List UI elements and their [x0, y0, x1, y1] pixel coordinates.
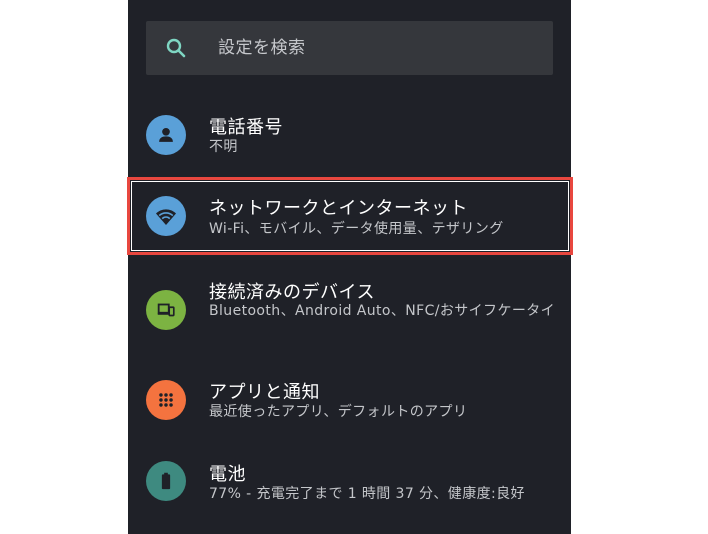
item-title: 電話番号: [209, 117, 283, 138]
item-title: アプリと通知: [209, 382, 320, 403]
item-subtitle: Bluetooth、Android Auto、NFC/おサイフケータイ: [209, 303, 556, 319]
item-subtitle: 最近使ったアプリ、デフォルトのアプリ: [209, 404, 468, 420]
item-title: ネットワークとインターネット: [209, 198, 468, 219]
item-subtitle: 77% - 充電完了まで 1 時間 37 分、健康度:良好: [209, 486, 525, 502]
settings-item-network-internet[interactable]: ネットワークとインターネット Wi-Fi、モバイル、データ使用量、テザリング: [128, 180, 571, 252]
settings-item-battery[interactable]: 電池 77% - 充電完了まで 1 時間 37 分、健康度:良好: [128, 452, 571, 524]
search-bar[interactable]: 設定を検索: [146, 21, 553, 75]
settings-item-connected-devices[interactable]: 接続済みのデバイス Bluetooth、Android Auto、NFC/おサイ…: [128, 276, 571, 348]
item-subtitle: Wi-Fi、モバイル、データ使用量、テザリング: [209, 221, 504, 237]
person-icon: [146, 115, 186, 155]
settings-item-phone-number[interactable]: 電話番号 不明: [128, 99, 571, 171]
apps-grid-icon: [146, 380, 186, 420]
item-subtitle: 不明: [209, 139, 238, 155]
battery-icon: [146, 461, 186, 501]
search-input[interactable]: 設定を検索: [218, 21, 306, 75]
settings-item-apps-notifications[interactable]: アプリと通知 最近使ったアプリ、デフォルトのアプリ: [128, 370, 571, 442]
settings-screen: 設定を検索 電話番号 不明 ネットワークとインターネット Wi-Fi、モバイル、…: [128, 0, 571, 534]
search-icon: [166, 38, 186, 58]
item-title: 電池: [209, 464, 246, 485]
wifi-icon: [146, 196, 186, 236]
devices-icon: [146, 290, 186, 330]
